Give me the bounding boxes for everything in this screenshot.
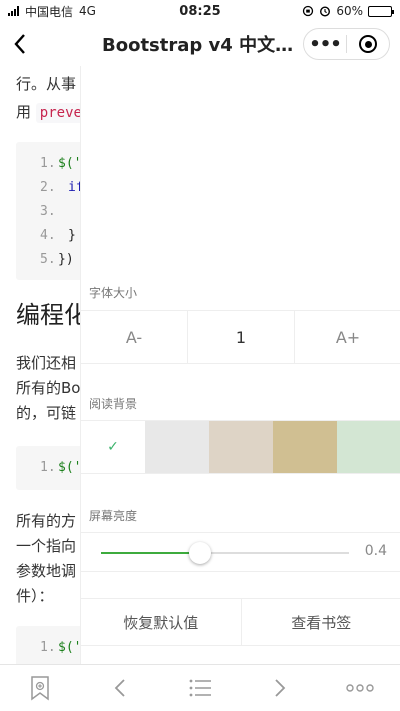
paragraph-text: 用 [16, 103, 32, 121]
brightness-value: 0.4 [364, 543, 387, 559]
battery-percent: 60% [336, 4, 363, 18]
code-line: 1. $(' [40, 640, 80, 655]
font-size-value: 1 [187, 311, 294, 363]
swatch-tan[interactable] [273, 421, 337, 473]
paragraph-line: 件）： [16, 587, 54, 605]
code-line: 1. $(' [40, 156, 80, 171]
font-increase-button[interactable]: A+ [294, 311, 400, 363]
brightness-label: 屏幕亮度 [89, 509, 138, 523]
paragraph-line: 一个指向 [16, 537, 77, 555]
capsule-more-icon[interactable]: ••• [304, 34, 346, 55]
code-line: 5.}) [40, 252, 74, 267]
mini-program-capsule: ••• [303, 28, 390, 60]
page-title: Bootstrap v4 中文… [102, 35, 294, 56]
paragraph-line: 所有的方 [16, 512, 77, 530]
swatch-white[interactable]: ✓ [81, 421, 145, 473]
section-heading: 编程化 [16, 301, 80, 329]
swatch-gray[interactable] [145, 421, 209, 473]
slider-track-fill [101, 552, 201, 554]
status-bar: 中国电信 4G 08:25 60% [0, 0, 400, 22]
inline-code: preve [35, 103, 80, 123]
more-icon[interactable] [320, 665, 400, 711]
signal-icon [8, 6, 19, 16]
code-line: 2. if [40, 180, 80, 195]
bottom-toolbar [0, 664, 400, 711]
font-size-label: 字体大小 [89, 286, 138, 300]
carrier-label: 中国电信 [25, 4, 74, 19]
paragraph-line: 所有的Bo [16, 379, 80, 397]
code-block: 1. $(' [16, 446, 80, 490]
orientation-lock-icon [303, 5, 314, 17]
chevron-left-icon[interactable] [80, 665, 160, 711]
paragraph-line: 我们还相 [16, 354, 77, 372]
network-label: 4G [79, 4, 96, 18]
brightness-slider[interactable] [101, 542, 349, 564]
slider-thumb[interactable] [189, 542, 212, 564]
bookmark-add-icon[interactable] [0, 665, 80, 711]
code-block: 1. $(' [16, 626, 80, 664]
brightness-control: 0.4 [81, 532, 400, 572]
article-content: 行。从事 用 preve 1. $(' 2. if 3. 4.} 5.}) 编程化 … [0, 66, 80, 664]
battery-icon [368, 5, 394, 17]
paragraph-line: 的，可链 [16, 404, 77, 422]
view-bookmarks-button[interactable]: 查看书签 [240, 599, 400, 645]
reset-defaults-button[interactable]: 恢复默认值 [81, 599, 241, 645]
code-line: 3. [40, 204, 56, 219]
panel-actions: 恢复默认值 查看书签 [81, 598, 400, 646]
background-swatches: ✓ [81, 420, 400, 474]
paragraph-line: 用 preve [16, 100, 80, 125]
swatch-beige[interactable] [209, 421, 273, 473]
paragraph-line: 参数地调 [16, 562, 77, 580]
alarm-icon [320, 6, 331, 17]
code-block: 1. $(' 2. if 3. 4.} 5.}) [16, 142, 80, 280]
nav-bar: Bootstrap v4 中文… ••• [0, 22, 400, 66]
list-icon[interactable] [160, 665, 240, 711]
reading-settings-panel: 字体大小 A- 1 A+ 阅读背景 ✓ 屏幕亮度 0.4 恢复默认值 查看书签 [80, 66, 400, 664]
paragraph-line: 行。从事 [16, 75, 77, 93]
capsule-close-icon[interactable] [347, 35, 389, 53]
code-line: 4.} [40, 228, 76, 243]
swatch-green[interactable] [337, 421, 400, 473]
font-decrease-button[interactable]: A- [81, 311, 187, 363]
back-icon[interactable] [0, 22, 40, 66]
font-size-control: A- 1 A+ [81, 310, 400, 364]
check-icon: ✓ [107, 439, 119, 455]
background-label: 阅读背景 [89, 397, 138, 411]
code-line: 1. $(' [40, 460, 80, 475]
chevron-right-icon[interactable] [240, 665, 320, 711]
